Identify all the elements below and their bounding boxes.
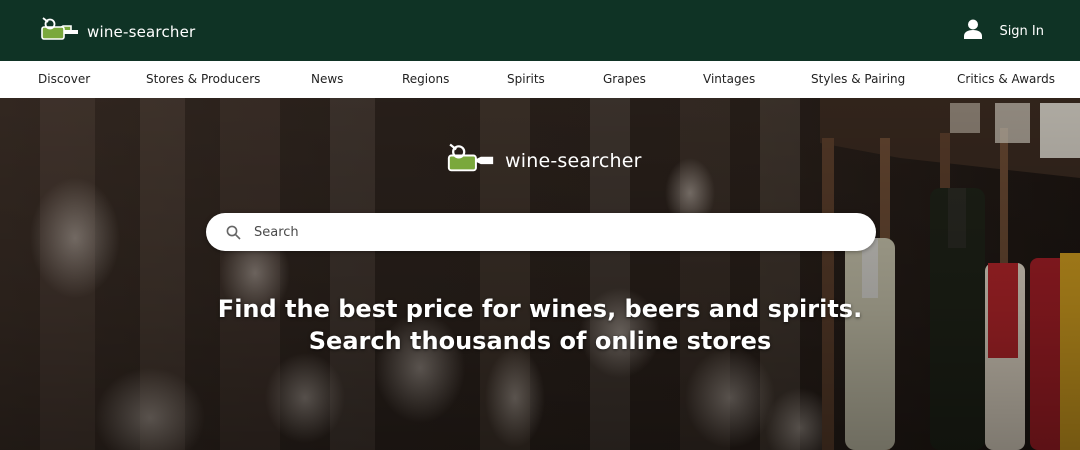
sign-in-label: Sign In (999, 24, 1044, 39)
hero-brand-name: wine-searcher (505, 149, 642, 172)
wine-bottle-logo-icon (40, 16, 80, 47)
hero-tagline-line1: Find the best price for wines, beers and… (217, 295, 863, 323)
nav-item-grapes[interactable]: Grapes (603, 72, 646, 86)
top-header: wine-searcher Sign In (0, 0, 1080, 61)
nav-item-styles-pairing[interactable]: Styles & Pairing (811, 72, 905, 86)
search-bar[interactable] (206, 213, 876, 251)
brand-name: wine-searcher (87, 22, 196, 41)
main-nav: Discover Stores & Producers News Regions… (0, 61, 1080, 99)
wine-bottle-logo-icon (446, 142, 496, 179)
nav-item-regions[interactable]: Regions (402, 72, 449, 86)
nav-item-stores-producers[interactable]: Stores & Producers (146, 72, 260, 86)
nav-item-vintages[interactable]: Vintages (703, 72, 755, 86)
hero-logo: wine-searcher (446, 142, 642, 179)
search-icon (226, 225, 241, 240)
brand-logo-link[interactable]: wine-searcher (40, 16, 195, 47)
hero-tagline-line2: Search thousands of online stores (308, 327, 772, 355)
nav-item-discover[interactable]: Discover (38, 72, 90, 86)
sign-in-button[interactable]: Sign In (964, 19, 1044, 44)
user-icon (964, 19, 983, 44)
search-input[interactable] (252, 223, 816, 241)
nav-item-news[interactable]: News (311, 72, 343, 86)
nav-item-critics-awards[interactable]: Critics & Awards (957, 72, 1055, 86)
hero-banner: wine-searcher Find the best price for wi… (0, 98, 1080, 450)
nav-item-spirits[interactable]: Spirits (507, 72, 545, 86)
